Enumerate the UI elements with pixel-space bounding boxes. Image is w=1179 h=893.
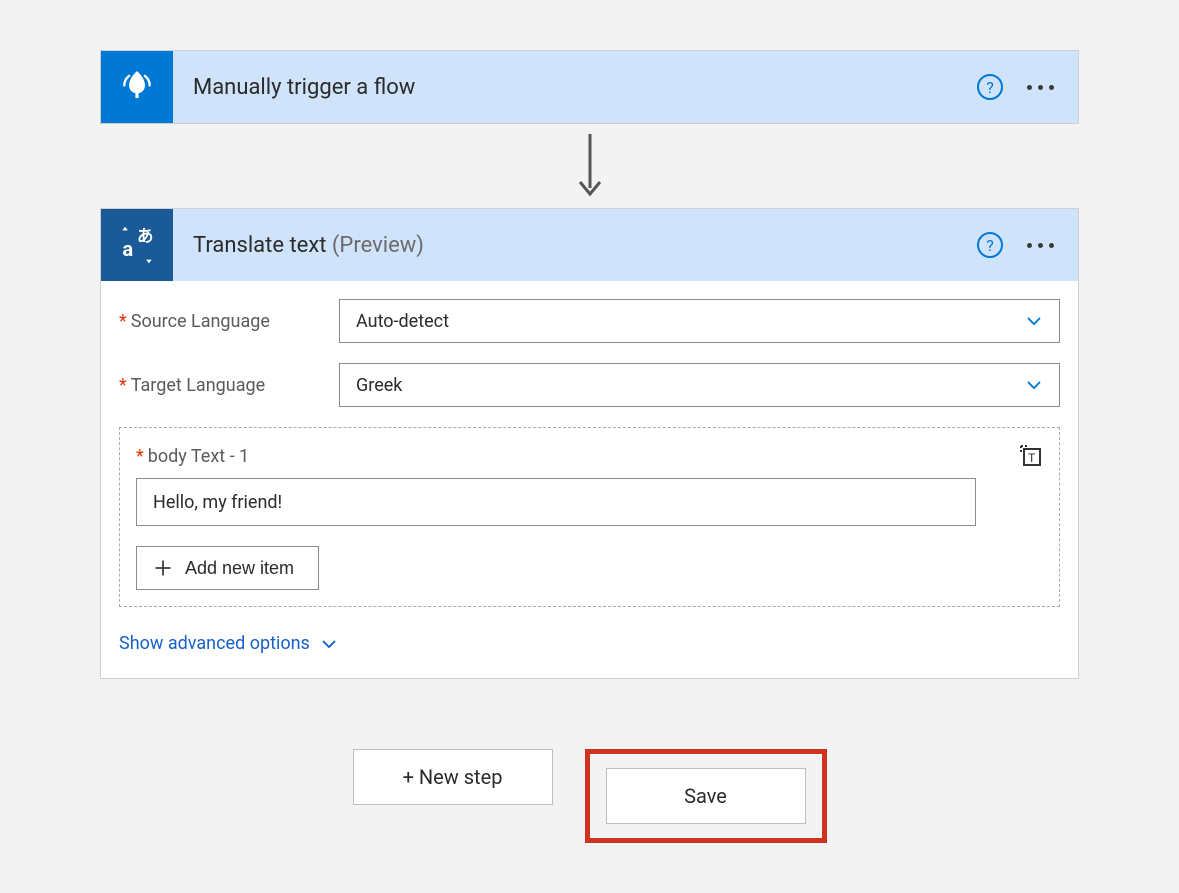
target-language-select[interactable]: Greek [339, 363, 1060, 407]
source-language-row: *Source Language Auto-detect [119, 299, 1060, 343]
dynamic-content-icon[interactable]: T [1019, 444, 1043, 468]
action-card: a あ Translate text (Preview) ? *Source L… [100, 208, 1079, 679]
chevron-down-icon [320, 635, 338, 653]
help-icon[interactable]: ? [977, 74, 1003, 100]
source-language-select[interactable]: Auto-detect [339, 299, 1060, 343]
source-language-label: *Source Language [119, 311, 339, 332]
trigger-card: Manually trigger a flow ? [100, 50, 1079, 124]
action-card-body: *Source Language Auto-detect *Target Lan… [101, 281, 1078, 678]
arrow-connector [100, 124, 1079, 208]
source-language-value: Auto-detect [356, 311, 449, 332]
more-icon[interactable] [1027, 243, 1054, 248]
body-header: *body Text - 1 T [136, 444, 1043, 468]
trigger-actions: ? [977, 74, 1078, 100]
action-card-header[interactable]: a あ Translate text (Preview) ? [101, 209, 1078, 281]
action-title: Translate text (Preview) [173, 233, 977, 258]
body-text-input[interactable] [136, 478, 976, 526]
trigger-card-header[interactable]: Manually trigger a flow ? [101, 51, 1078, 123]
trigger-title: Manually trigger a flow [173, 75, 977, 100]
new-step-button[interactable]: + New step [353, 749, 553, 805]
svg-text:あ: あ [137, 226, 154, 246]
add-new-item-button[interactable]: Add new item [136, 546, 319, 590]
svg-text:a: a [122, 237, 133, 261]
preview-label: (Preview) [332, 233, 424, 258]
target-language-value: Greek [356, 375, 402, 396]
translate-icon: a あ [101, 209, 173, 281]
target-language-row: *Target Language Greek [119, 363, 1060, 407]
body-text-label: *body Text - 1 [136, 446, 249, 467]
target-language-label: *Target Language [119, 375, 339, 396]
body-text-section: *body Text - 1 T Add new item [119, 427, 1060, 607]
svg-text:T: T [1028, 451, 1036, 465]
trigger-icon [101, 51, 173, 123]
plus-icon [153, 558, 173, 578]
more-icon[interactable] [1027, 85, 1054, 90]
chevron-down-icon [1025, 312, 1043, 330]
action-actions: ? [977, 232, 1078, 258]
save-button[interactable]: Save [606, 768, 806, 824]
show-advanced-options-link[interactable]: Show advanced options [119, 627, 338, 660]
chevron-down-icon [1025, 376, 1043, 394]
help-icon[interactable]: ? [977, 232, 1003, 258]
bottom-actions: + New step Save [100, 749, 1079, 843]
save-highlight-box: Save [585, 749, 827, 843]
action-title-text: Translate text [193, 233, 326, 258]
